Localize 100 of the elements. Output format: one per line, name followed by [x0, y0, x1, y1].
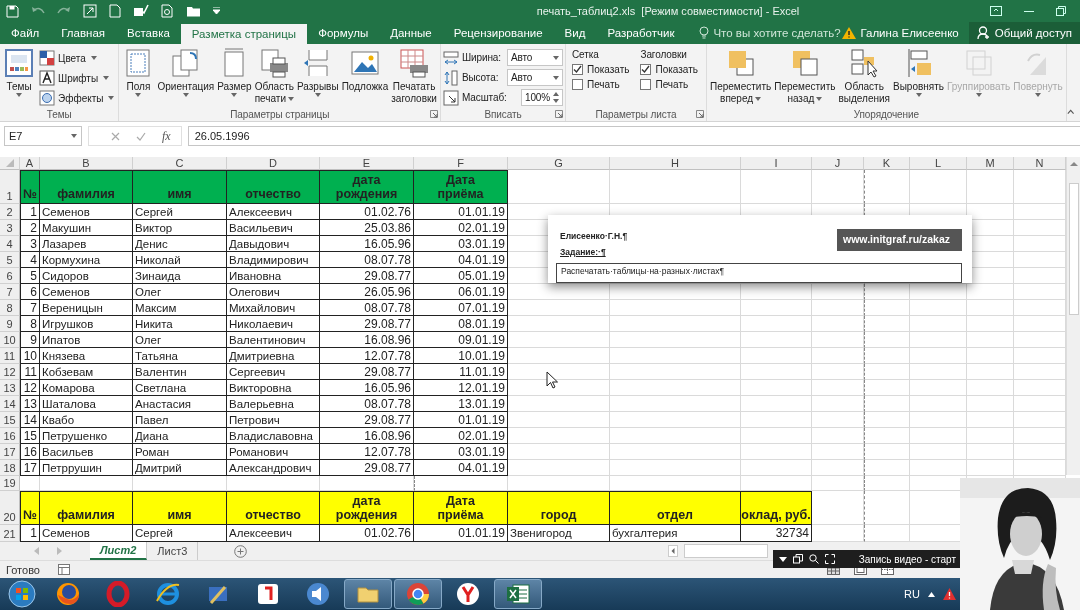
preview-icon[interactable]: [161, 4, 174, 18]
ribbon-tab[interactable]: Формулы: [307, 22, 380, 44]
table-header-cell: фамилия: [40, 491, 133, 525]
sheet-tab[interactable]: Лист2: [90, 542, 148, 560]
ribbon-button[interactable]: Размер: [216, 47, 253, 97]
empty-cell: [967, 428, 1014, 444]
language-indicator[interactable]: RU: [904, 588, 920, 600]
restore-icon[interactable]: [1056, 6, 1066, 16]
folder-icon[interactable]: [186, 5, 201, 17]
frame-icon[interactable]: [825, 554, 835, 564]
table-cell: 8: [20, 316, 40, 332]
ribbon-button[interactable]: Шрифты: [37, 69, 117, 87]
ribbon-button[interactable]: Темы: [2, 47, 36, 97]
search-field[interactable]: Что вы хотите сделать?: [713, 27, 841, 39]
ribbon-button[interactable]: Выровнять: [892, 47, 945, 97]
ribbon-button[interactable]: Подложка: [340, 47, 390, 93]
tray-expand-icon[interactable]: [928, 591, 935, 597]
ribbon-tab[interactable]: Разметка страницы: [180, 24, 308, 44]
name-box[interactable]: E7: [4, 126, 82, 146]
caret-icon: [1034, 93, 1041, 97]
share-button[interactable]: Общий доступ: [968, 22, 1080, 44]
ribbon-button[interactable]: Область выделения: [837, 47, 891, 105]
check-icon[interactable]: [133, 4, 149, 18]
ribbon-button[interactable]: Переместить назад: [773, 47, 837, 105]
table-cell: Ипатов: [40, 332, 133, 348]
taskbar-button[interactable]: [394, 579, 442, 609]
table-cell: 08.07.78: [320, 396, 414, 412]
ribbon-button[interactable]: Переместить вперед: [708, 47, 773, 105]
start-button[interactable]: [8, 580, 36, 608]
table-cell: 15: [20, 428, 40, 444]
swatch-icon: [39, 50, 55, 66]
taskbar-button[interactable]: [494, 579, 542, 609]
column-letter: G: [508, 157, 610, 170]
window-icon[interactable]: [83, 4, 97, 18]
task-text: Распечатать·таблицы·на·разных·листах¶: [556, 263, 962, 283]
table-cell: 14: [20, 412, 40, 428]
ribbon-button[interactable]: Печатать заголовки: [390, 47, 438, 105]
add-sheet-icon[interactable]: [234, 544, 248, 558]
empty-cell: [741, 316, 812, 332]
caret-icon[interactable]: [779, 556, 787, 562]
ribbon-button[interactable]: Поля: [121, 47, 156, 97]
ribbon-tab[interactable]: Вставка: [116, 22, 181, 44]
ribbon-tab[interactable]: Файл: [0, 22, 51, 44]
ribbon-tab[interactable]: Разработчик: [596, 22, 686, 44]
ribbon-button[interactable]: Цвета: [37, 49, 117, 67]
collapse-ribbon-icon[interactable]: [1066, 109, 1074, 115]
ribbon-button[interactable]: Эффекты: [37, 89, 117, 107]
ribbon-options-icon[interactable]: [990, 6, 1002, 16]
windows-icon[interactable]: [793, 554, 803, 564]
table-cell: Ивановна: [227, 268, 320, 284]
ribbon-tab[interactable]: Главная: [50, 22, 117, 44]
dialog-launcher-icon[interactable]: [696, 110, 704, 118]
empty-cell: [864, 460, 910, 476]
table-cell: Валентинович: [227, 332, 320, 348]
checkbox[interactable]: Показать: [640, 64, 698, 75]
horizontal-scrollbar[interactable]: [684, 544, 768, 558]
printer-icon: [398, 47, 431, 79]
taskbar-button[interactable]: [344, 579, 392, 609]
speaker-icon: [305, 581, 331, 607]
dialog-launcher-icon[interactable]: [429, 110, 438, 118]
group-title: Параметры листа: [595, 108, 677, 120]
row-number: 12: [0, 364, 20, 380]
recording-status[interactable]: Запись видео - старт: [858, 553, 956, 565]
dialog-launcher-icon[interactable]: [554, 110, 563, 118]
macro-icon[interactable]: [57, 564, 70, 575]
column-letter: D: [227, 157, 320, 170]
checkbox[interactable]: Показать: [571, 64, 630, 75]
ribbon-button[interactable]: Ориентация: [156, 47, 216, 97]
spinner-field[interactable]: 100%: [520, 89, 563, 106]
customize-icon[interactable]: [213, 7, 220, 15]
vertical-scrollbar[interactable]: [1066, 157, 1080, 475]
dropdown-field[interactable]: Авто: [506, 69, 563, 86]
empty-cell: [967, 316, 1014, 332]
ribbon-button[interactable]: Область печати: [253, 47, 295, 105]
formula-field[interactable]: 26.05.1996: [187, 126, 1080, 146]
search-icon[interactable]: [809, 554, 819, 564]
table-cell: 16.05.96: [320, 380, 414, 396]
ribbon-tab[interactable]: Рецензирование: [442, 22, 554, 44]
ribbon-tab[interactable]: Данные: [379, 22, 443, 44]
table-cell: Александрович: [227, 460, 320, 476]
scroll-up-icon[interactable]: [1069, 161, 1078, 167]
insert-function-button[interactable]: fx: [162, 128, 171, 144]
checkbox[interactable]: Печать: [640, 79, 698, 90]
checkbox[interactable]: Печать: [571, 79, 630, 90]
font-icon: [39, 70, 55, 86]
user-name[interactable]: Галина Елисеенко: [860, 27, 959, 39]
table-cell: 2: [20, 220, 40, 236]
empty-cell: [741, 332, 812, 348]
dropdown-field[interactable]: Авто: [506, 49, 563, 66]
ribbon-tab[interactable]: Вид: [553, 22, 597, 44]
table-cell: 11.01.19: [414, 364, 508, 380]
save-icon[interactable]: [6, 4, 19, 18]
scroll-left-icon[interactable]: [668, 545, 678, 557]
row-number: 1: [0, 170, 20, 204]
warning-icon[interactable]: [943, 588, 956, 600]
ribbon-button[interactable]: Разрывы: [296, 47, 340, 97]
document-icon[interactable]: [109, 4, 121, 18]
empty-cell: [864, 300, 910, 316]
table-cell: Давыдович: [227, 236, 320, 252]
table-cell: 4: [20, 252, 40, 268]
